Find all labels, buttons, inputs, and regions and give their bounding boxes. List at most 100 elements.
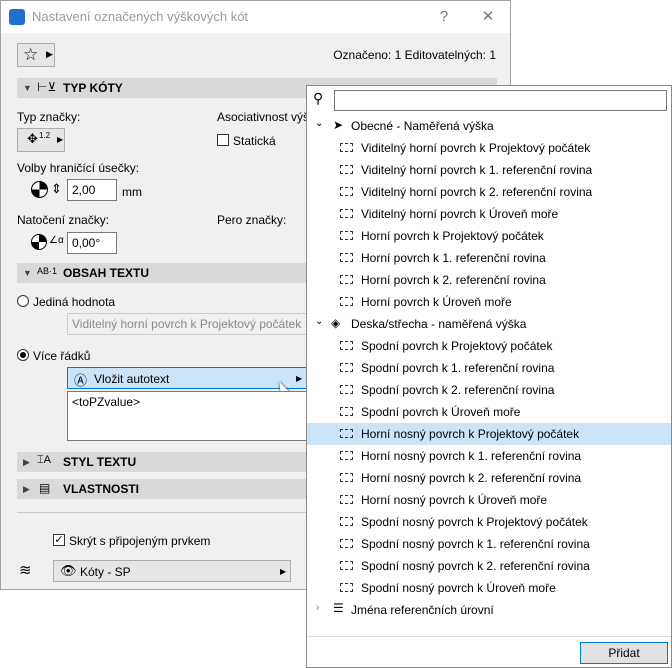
group-label: Obecné - Naměřená výška [351,119,494,133]
level-dimension-icon: ⊢⊻ [37,80,57,94]
search-input[interactable] [334,90,667,111]
list-item[interactable]: Spodní nosný povrch k Projektový počátek [307,511,671,533]
autotext-field-icon [340,583,353,592]
list-item[interactable]: Viditelný horní povrch k Projektový počá… [307,137,671,159]
autotext-field-icon [340,429,353,438]
list-item[interactable]: Spodní nosný povrch k Úroveň moře [307,577,671,599]
title-bar: Nastavení označených výškových kót ? ✕ [1,1,510,33]
autotext-field-icon [340,253,353,262]
list-item[interactable]: Horní nosný povrch k Úroveň moře [307,489,671,511]
autotext-field-icon [340,561,353,570]
group-label: Jména referenčních úrovní [351,603,494,617]
single-value-radio[interactable] [17,295,29,307]
list-item[interactable]: Horní povrch k Úroveň moře [307,291,671,313]
layer-stack-icon: ≋ [19,562,32,579]
autotext-field-icon [340,187,353,196]
chevron-down-icon: ⌄ [315,118,324,129]
help-button[interactable]: ? [429,5,459,29]
static-checkbox[interactable] [217,134,229,146]
layer-label: Kóty - SP [80,565,131,579]
section-label: STYL TEXTU [63,455,137,469]
list-item-label: Spodní nosný povrch k Projektový počátek [361,515,588,529]
window-title: Nastavení označených výškových kót [32,9,249,24]
single-value-label: Jediná hodnota [33,295,116,309]
list-item[interactable]: Viditelný horní povrch k 1. referenční r… [307,159,671,181]
autotext-textarea[interactable]: <toPZvalue> [67,391,307,441]
radio-dot [20,352,26,358]
selection-info: Označeno: 1 Editovatelných: 1 [333,48,496,62]
group-header-obecne[interactable]: ⌄ ➤ Obecné - Naměřená výška [307,115,671,137]
list-item[interactable]: Spodní povrch k 2. referenční rovina [307,379,671,401]
autotext-field-icon [340,407,353,416]
list-item[interactable]: Viditelný horní povrch k 2. referenční r… [307,181,671,203]
list-item-label: Horní povrch k 2. referenční rovina [361,273,546,287]
text-style-icon: ⌶A [37,454,51,466]
marker-size-input[interactable]: 2,00 [67,179,117,201]
add-button[interactable]: Přidat [580,642,668,664]
chevron-right-icon: ▶ [46,49,53,59]
autotext-icon: Ⓐ [74,373,88,388]
autotext-field-icon [340,275,353,284]
list-item-label: Viditelný horní povrch k 1. referenční r… [361,163,593,177]
marker-type-button[interactable]: ✥ 1.2 ▶ [17,128,65,152]
list-item-label: Horní nosný povrch k 2. referenční rovin… [361,471,582,485]
list-item[interactable]: Horní povrch k Projektový počátek [307,225,671,247]
layer-select[interactable]: 👁 Kóty - SP ▶ [53,560,291,582]
list-item-label: Spodní nosný povrch k 1. referenční rovi… [361,537,590,551]
section-label: TYP KÓTY [63,81,123,95]
section-label: VLASTNOSTI [63,482,140,496]
unit-label: mm [122,185,142,199]
chevron-right-icon: ▶ [296,374,303,383]
list-item[interactable]: Spodní povrch k Úroveň moře [307,401,671,423]
search-icon: ⚲ [313,90,324,106]
list-item-label: Viditelný horní povrch k Projektový počá… [361,141,591,155]
favorites-button[interactable]: ☆ ▶ [17,43,55,67]
angle-icon: ∠α [49,235,64,246]
marker-rotation-label: Natočení značky: [17,213,110,227]
list-item[interactable]: Horní nosný povrch k 2. referenční rovin… [307,467,671,489]
autotext-field-icon [340,539,353,548]
group-header-jmena[interactable]: › ☰ Jména referenčních úrovní [307,599,671,621]
list-item[interactable]: Spodní nosný povrch k 2. referenční rovi… [307,555,671,577]
marker-symbol-icon: ✥ [27,131,38,146]
autotext-popup: ⚲ ⌄ ➤ Obecné - Naměřená výška Viditelný … [306,85,672,668]
autotext-field-icon [340,363,353,372]
marker-pen-label: Pero značky: [217,213,287,227]
chevron-right-icon: › [316,602,320,613]
multi-line-radio[interactable] [17,349,29,361]
chevron-right-icon: ▶ [280,567,287,576]
list-item[interactable]: Viditelný horní povrch k Úroveň moře [307,203,671,225]
autotext-field-icon [340,473,353,482]
hide-with-element-checkbox[interactable]: ✓ [53,534,65,546]
chevron-down-icon: ⌄ [315,316,324,327]
insert-autotext-button[interactable]: Ⓐ Vložit autotext ▶ [67,367,307,389]
multi-line-label: Více řádků [33,349,91,363]
rotation-input[interactable]: 0,00° [67,232,117,254]
group-header-deska[interactable]: ⌄ ◈ Deska/střecha - naměřená výška [307,313,671,335]
chevron-right-icon: ▶ [57,135,64,144]
list-item-label: Spodní povrch k 1. referenční rovina [361,361,555,375]
close-button[interactable]: ✕ [473,5,503,29]
star-icon: ☆ [23,45,39,64]
list-item-label: Horní povrch k Úroveň moře [361,295,512,309]
list-item-label: Horní nosný povrch k Projektový počátek [361,427,580,441]
autotext-field-icon [340,209,353,218]
list-item[interactable]: Horní povrch k 1. referenční rovina [307,247,671,269]
autotext-field-icon [340,297,353,306]
list-item[interactable]: Horní nosný povrch k 1. referenční rovin… [307,445,671,467]
static-label: Statická [233,134,276,148]
insert-autotext-label: Vložit autotext [94,372,170,386]
autotext-field-icon [340,495,353,504]
list-item-label: Spodní povrch k 2. referenční rovina [361,383,555,397]
list-item-label: Horní povrch k 1. referenční rovina [361,251,546,265]
list-item[interactable]: Horní nosný povrch k Projektový počátek [307,423,671,445]
pointer-icon: ➤ [333,118,344,132]
list-item[interactable]: Spodní povrch k 1. referenční rovina [307,357,671,379]
list-item[interactable]: Spodní povrch k Projektový počátek [307,335,671,357]
autotext-field-icon [340,341,353,350]
list-item[interactable]: Spodní nosný povrch k 1. referenční rovi… [307,533,671,555]
text-content-icon: AB·1 [37,266,58,276]
list-item[interactable]: Horní povrch k 2. referenční rovina [307,269,671,291]
autotext-field-icon [340,385,353,394]
marker-rotation-icon [31,234,47,250]
